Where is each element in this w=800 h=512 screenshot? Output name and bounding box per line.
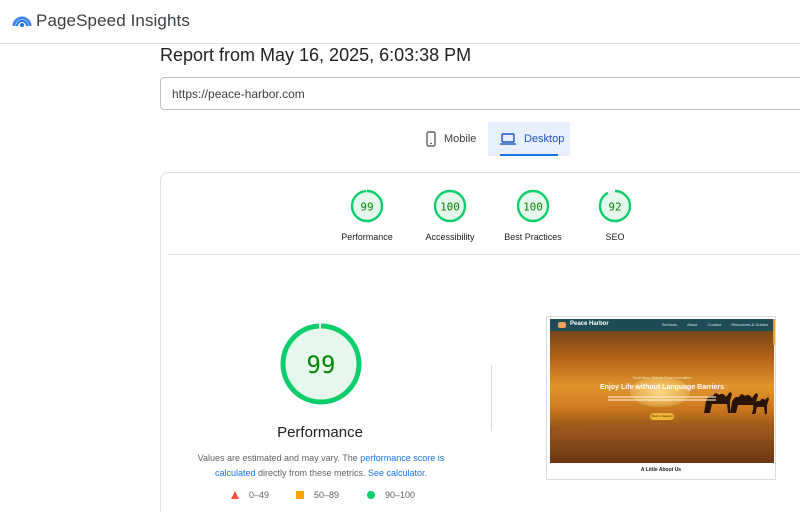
legend-item-good: 90–100	[367, 490, 415, 500]
screenshot-cta-button: Book a Session	[650, 413, 674, 420]
performance-score: 99	[307, 351, 336, 379]
performance-note: Values are estimated and may vary. The p…	[190, 451, 452, 481]
card-divider	[168, 254, 800, 255]
performance-label: Performance	[277, 424, 363, 441]
screenshot-kicker: Seamless Global Communication	[632, 375, 692, 380]
screenshot-nav-link: Contact	[707, 322, 722, 327]
category-score: 99	[360, 201, 373, 214]
category-label: Best Practices	[504, 232, 562, 242]
category-score: 100	[523, 201, 543, 214]
category-score: 92	[608, 201, 621, 214]
performance-gauge: 99	[280, 323, 362, 405]
screenshot-logo-icon	[558, 322, 566, 328]
screenshot-scrollbar	[773, 319, 775, 345]
screenshot-nav-links: Services About Contact Resources & Guide…	[662, 322, 768, 327]
gauge: 92	[598, 189, 632, 223]
tab-mobile-label: Mobile	[444, 133, 477, 145]
green-circle-icon	[367, 491, 375, 499]
legend-range: 50–89	[314, 490, 340, 500]
legend-range: 90–100	[385, 490, 416, 500]
category-score: 100	[440, 201, 460, 214]
legend-item-average: 50–89	[296, 490, 339, 500]
screenshot-brand: Peace Harbor	[570, 321, 609, 327]
tab-mobile[interactable]: Mobile	[418, 122, 486, 156]
note-text: .	[424, 468, 428, 478]
screenshot-nav-link: About	[687, 322, 698, 327]
screenshot-subtext	[608, 395, 716, 402]
mobile-phone-icon	[426, 131, 436, 147]
category-label: Performance	[341, 232, 393, 242]
note-text: directly from these metrics.	[255, 468, 368, 478]
screenshot-sun	[630, 377, 690, 407]
url-value[interactable]: https://peace-harbor.com	[172, 87, 305, 101]
pagespeed-gauge-icon	[12, 16, 32, 27]
laptop-icon	[500, 133, 516, 145]
url-input[interactable]: https://peace-harbor.com	[160, 77, 800, 110]
top-bar: PageSpeed Insights	[0, 0, 800, 44]
category-best-practices[interactable]: 100 Best Practices	[493, 188, 573, 242]
see-calculator-link[interactable]: See calculator	[368, 468, 425, 478]
vertical-divider	[491, 365, 492, 431]
category-accessibility[interactable]: 100 Accessibility	[410, 188, 490, 242]
legend-item-poor: 0–49	[231, 490, 269, 500]
gauge: 100	[516, 189, 550, 223]
screenshot-dune	[550, 421, 774, 463]
note-text: Values are estimated and may vary. The	[197, 453, 361, 463]
screenshot-hero: Seamless Global Communication Enjoy Life…	[550, 331, 774, 463]
tab-desktop[interactable]: Desktop	[488, 122, 570, 156]
tab-desktop-label: Desktop	[524, 133, 565, 145]
app-title[interactable]: PageSpeed Insights	[36, 11, 190, 31]
category-performance[interactable]: 99 Performance	[327, 188, 407, 242]
category-label: Accessibility	[425, 232, 475, 242]
orange-square-icon	[296, 491, 304, 499]
page-screenshot[interactable]: Peace Harbor Services About Contact Reso…	[546, 316, 776, 480]
screenshot-nav-link: Services	[661, 322, 678, 327]
screenshot-section-title: A Little About Us	[640, 467, 682, 473]
category-seo[interactable]: 92 SEO	[575, 188, 655, 242]
red-triangle-icon	[231, 491, 239, 499]
report-title: Report from May 16, 2025, 6:03:38 PM	[160, 45, 472, 65]
legend-range: 0–49	[249, 490, 270, 500]
gauge: 100	[433, 189, 467, 223]
category-label: SEO	[605, 232, 625, 242]
screenshot-headline: Enjoy Life without Language Barriers	[599, 384, 725, 391]
gauge: 99	[350, 189, 384, 223]
screenshot-navbar: Peace Harbor Services About Contact Reso…	[550, 319, 774, 331]
screenshot-nav-link: Resources & Guides	[731, 322, 768, 327]
